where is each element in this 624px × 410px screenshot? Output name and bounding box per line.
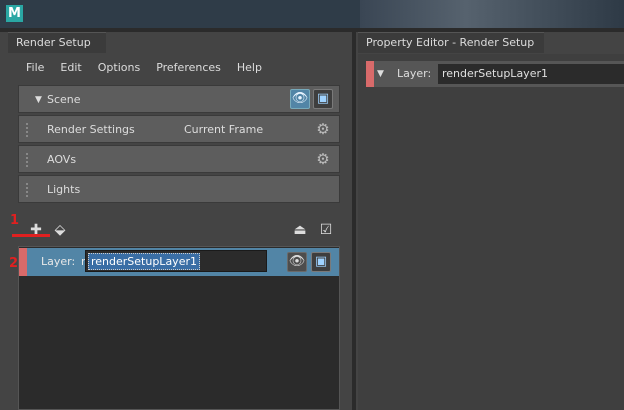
collection-lights[interactable]: Lights [18, 175, 340, 203]
scene-render-icon[interactable]: ▣ [313, 89, 333, 109]
tab-render-setup[interactable]: Render Setup [8, 32, 106, 53]
scene-label: Scene [47, 93, 81, 106]
layer-marker [366, 61, 374, 87]
menu-file[interactable]: File [18, 58, 52, 78]
menu-preferences[interactable]: Preferences [148, 58, 229, 78]
collection-label: Render Settings [47, 123, 135, 136]
property-layer-row[interactable]: ▼ Layer: renderSetupLayer1 [366, 61, 624, 87]
import-layer-icon[interactable]: ⬙ [50, 220, 70, 240]
menu-help[interactable]: Help [229, 58, 270, 78]
layer-name-input[interactable]: renderSetupLayer1 [85, 250, 267, 272]
collection-value: Current Frame [184, 123, 264, 136]
drag-handle-icon[interactable] [25, 152, 29, 168]
gear-icon[interactable]: ⚙ [315, 151, 331, 167]
annotation-number: 1 [10, 213, 20, 228]
scene-visibility-eye-icon[interactable]: 👁 [290, 89, 310, 109]
create-layer-icon[interactable]: ✚ [26, 220, 46, 240]
tab-property-editor[interactable]: Property Editor - Render Setup [358, 32, 544, 53]
layer-name-field[interactable]: renderSetupLayer1 [438, 64, 624, 84]
collapse-all-icon[interactable]: ⏏ [290, 220, 310, 240]
window-titlebar [0, 0, 624, 28]
annotation-number: 2 [9, 256, 19, 271]
expand-triangle-icon[interactable]: ▼ [377, 61, 384, 87]
layer-visibility-eye-icon[interactable]: 👁 [287, 252, 307, 272]
gear-icon[interactable]: ⚙ [315, 121, 331, 137]
menu-edit[interactable]: Edit [52, 58, 89, 78]
layer-render-icon[interactable]: ▣ [311, 252, 331, 272]
property-editor-body [358, 54, 624, 410]
scene-row[interactable]: ▼ Scene 👁 ▣ [18, 85, 340, 113]
layer-name-selected-text[interactable]: renderSetupLayer1 [88, 253, 200, 270]
annotation-underline [12, 234, 50, 237]
collection-label: Lights [47, 183, 81, 196]
maya-logo-icon: M [6, 5, 23, 22]
expand-triangle-icon[interactable]: ▼ [35, 86, 42, 114]
drag-handle-icon[interactable] [25, 182, 29, 198]
checklist-icon[interactable]: ☑ [316, 220, 336, 240]
layer-label: Layer: [41, 255, 76, 268]
property-label: Layer: [397, 67, 432, 80]
layer-marker [19, 248, 27, 276]
menu-options[interactable]: Options [90, 58, 148, 78]
collection-label: AOVs [47, 153, 77, 166]
layer-row[interactable]: Layer: r renderSetupLayer1 👁 ▣ [19, 248, 339, 276]
drag-handle-icon[interactable] [25, 122, 29, 138]
menu-bar: File Edit Options Preferences Help [18, 58, 270, 78]
collection-aovs[interactable]: AOVs ⚙ [18, 145, 340, 173]
collection-render-settings[interactable]: Render Settings Current Frame ⚙ [18, 115, 340, 143]
layer-toolbar: ✚ ⬙ ⏏ ☑ [18, 216, 340, 244]
